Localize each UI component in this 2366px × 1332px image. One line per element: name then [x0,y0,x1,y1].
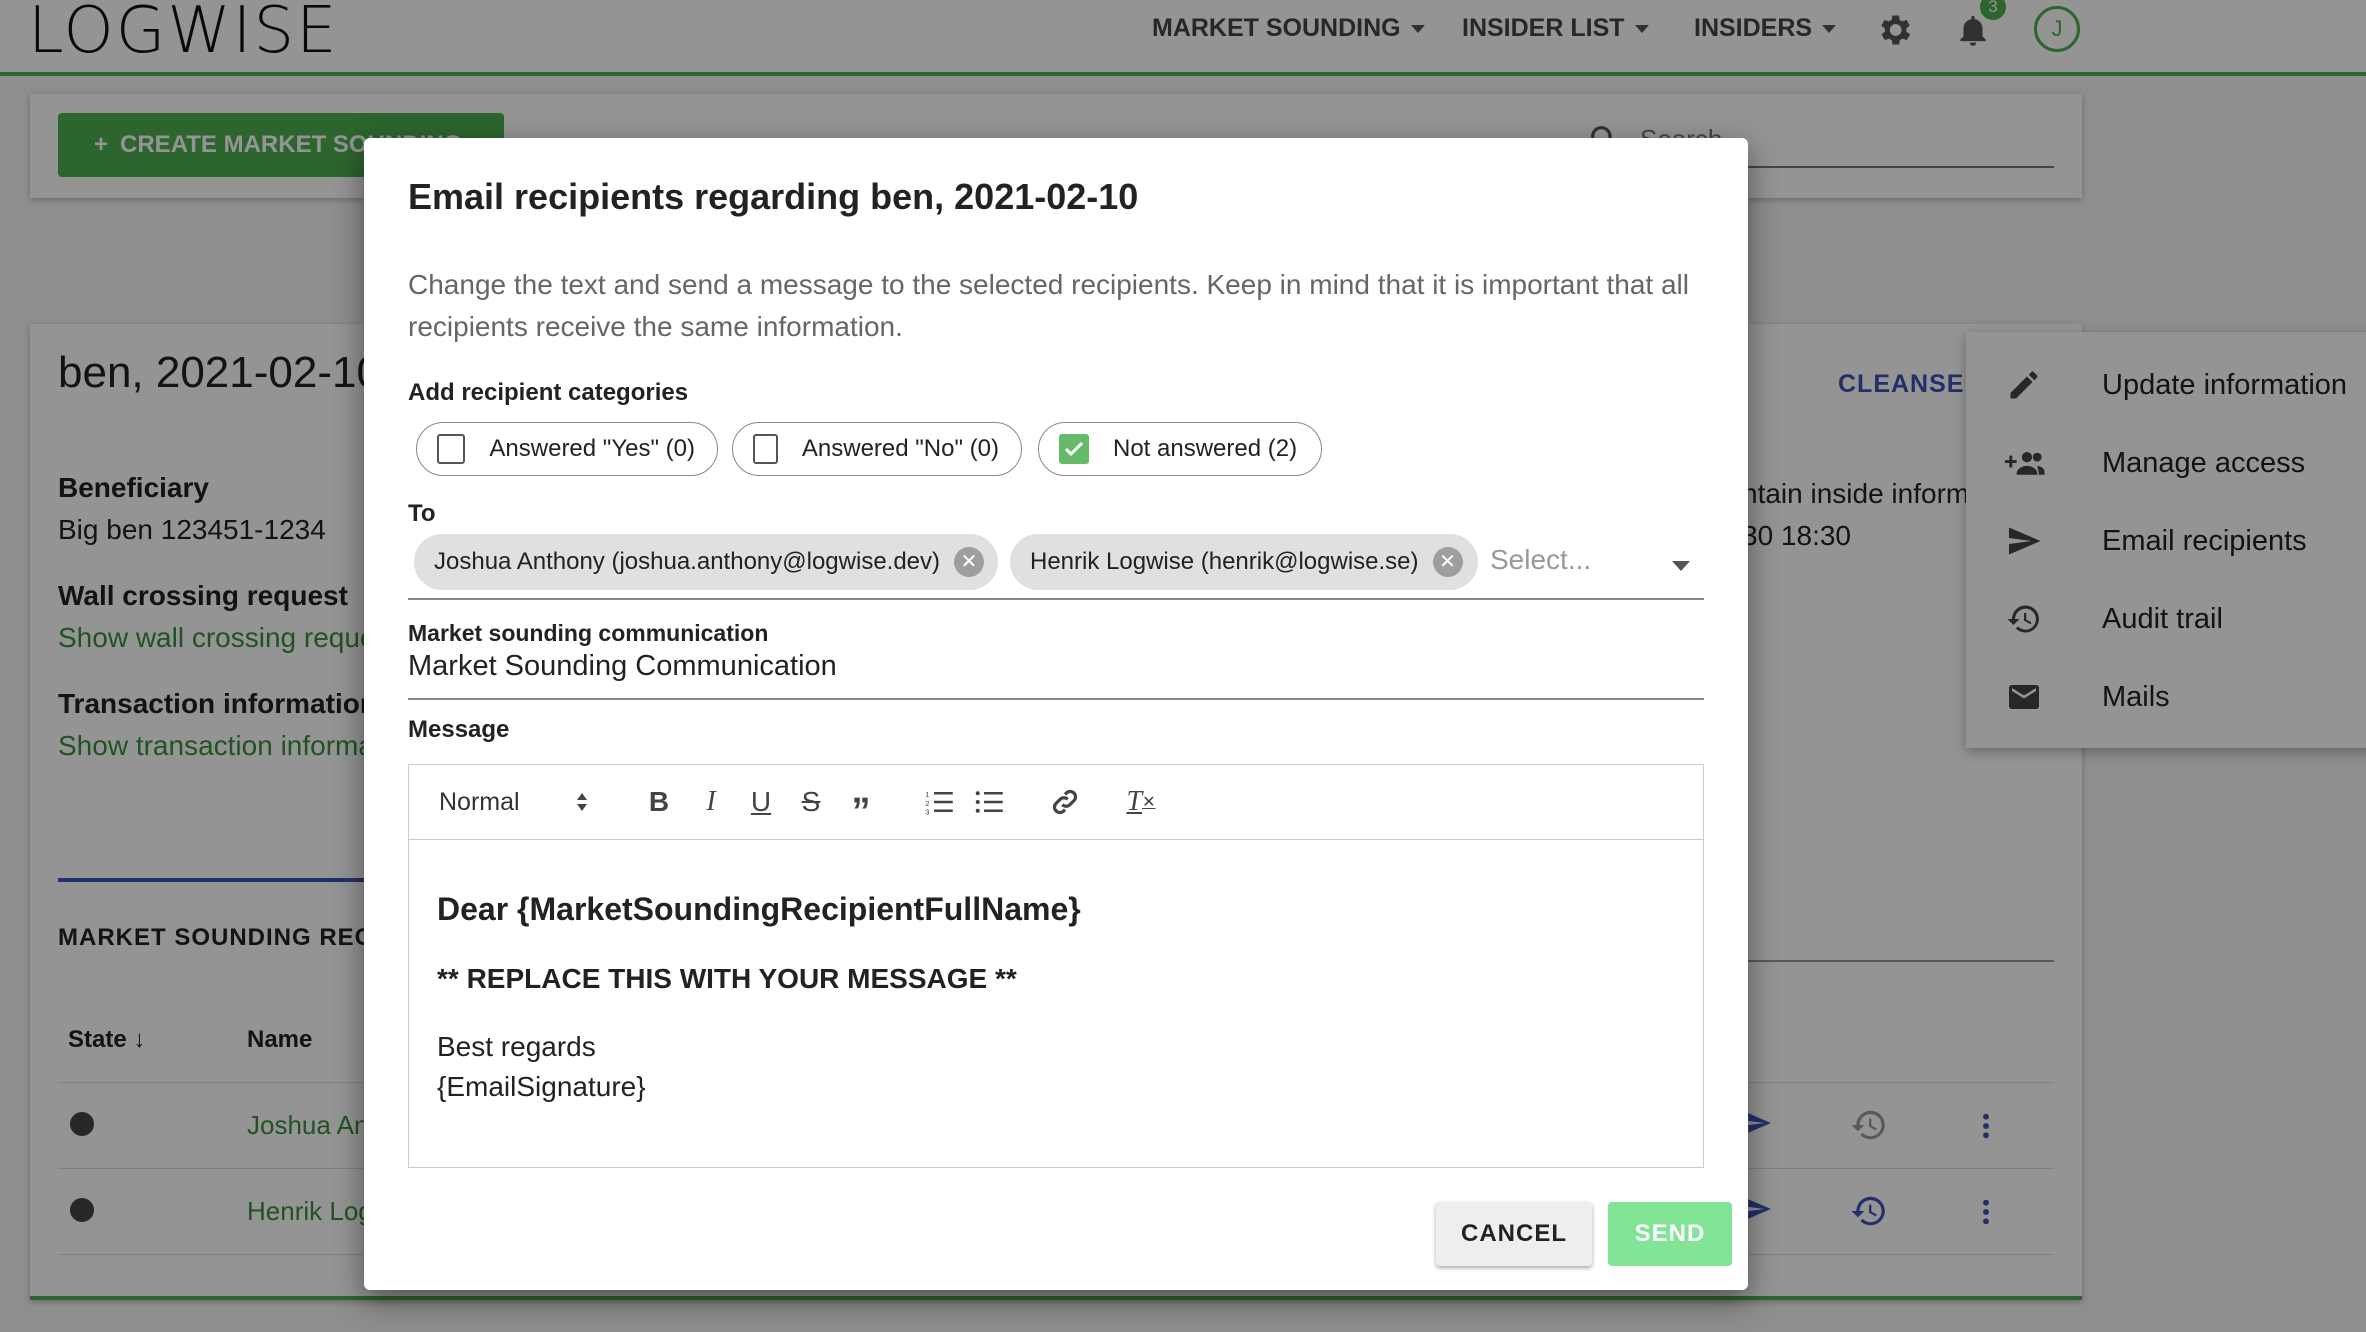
message-editor[interactable]: Normal B I U S ” 123 T ✕ Dear {MarketSoun… [408,764,1704,1168]
category-answered-yes[interactable]: Answered "Yes" (0) [416,422,718,476]
message-label: Message [408,716,510,743]
communication-input[interactable] [408,650,1704,683]
recipients-select[interactable]: Joshua Anthony (joshua.anthony@logwise.d… [408,528,1704,600]
recipient-chip-label: Joshua Anthony (joshua.anthony@logwise.d… [434,548,941,575]
clear-format-x-icon: ✕ [1142,794,1156,811]
communication-field[interactable] [408,650,1704,700]
link-icon [1052,789,1078,815]
send-button[interactable]: SEND [1608,1202,1732,1266]
checkbox-icon [437,434,466,464]
message-signature: {EmailSignature} [437,1071,646,1102]
underline-button[interactable]: U [741,783,781,821]
svg-text:1: 1 [925,790,929,799]
link-button[interactable] [1045,783,1085,821]
dialog-title: Email recipients regarding ben, 2021-02-… [408,176,1139,217]
category-not-answered[interactable]: Not answered (2) [1038,422,1322,476]
category-label: Answered "Yes" (0) [489,435,695,462]
editor-content[interactable]: Dear {MarketSoundingRecipientFullName} *… [437,839,1675,1167]
dialog-description: Change the text and send a message to th… [408,269,1689,342]
category-answered-no[interactable]: Answered "No" (0) [732,422,1022,476]
remove-chip-icon[interactable]: ✕ [1432,547,1463,577]
clear-format-button[interactable]: T ✕ [1121,783,1161,821]
recipient-chip: Henrik Logwise (henrik@logwise.se) ✕ [1010,534,1478,590]
svg-text:3: 3 [925,808,929,817]
cancel-button[interactable]: CANCEL [1436,1202,1592,1266]
recipient-chip-label: Henrik Logwise (henrik@logwise.se) [1030,548,1419,575]
category-label: Not answered (2) [1113,435,1298,462]
communication-label: Market sounding communication [408,620,769,646]
checkbox-checked-icon [1059,434,1089,464]
recipient-chip: Joshua Anthony (joshua.anthony@logwise.d… [414,534,998,590]
remove-chip-icon[interactable]: ✕ [954,547,985,577]
svg-text:2: 2 [925,799,929,808]
format-select[interactable]: Normal [439,783,589,821]
categories-label: Add recipient categories [408,379,689,406]
italic-button[interactable]: I [691,783,731,821]
blockquote-button[interactable]: ” [841,783,881,833]
strikethrough-button[interactable]: S [791,783,831,821]
format-select-value: Normal [439,787,520,816]
sort-icon [577,793,587,811]
checkbox-icon [753,434,778,464]
select-placeholder[interactable]: Select... [1490,544,1591,576]
bullet-list-icon [975,791,1003,813]
to-label: To [408,500,436,527]
message-greeting: Dear {MarketSoundingRecipientFullName} [437,891,1081,927]
message-placeholder-line: ** REPLACE THIS WITH YOUR MESSAGE ** [437,963,1017,994]
category-label: Answered "No" (0) [801,435,999,462]
ordered-list-icon: 123 [925,790,953,817]
editor-toolbar: Normal B I U S ” 123 T ✕ [409,765,1703,840]
message-closing: Best regards [437,1031,596,1062]
bold-button[interactable]: B [639,783,679,821]
ordered-list-button[interactable]: 123 [919,783,959,821]
email-recipients-dialog: Email recipients regarding ben, 2021-02-… [364,138,1748,1290]
chevron-down-icon[interactable] [1672,561,1690,571]
bullet-list-button[interactable] [969,783,1009,821]
